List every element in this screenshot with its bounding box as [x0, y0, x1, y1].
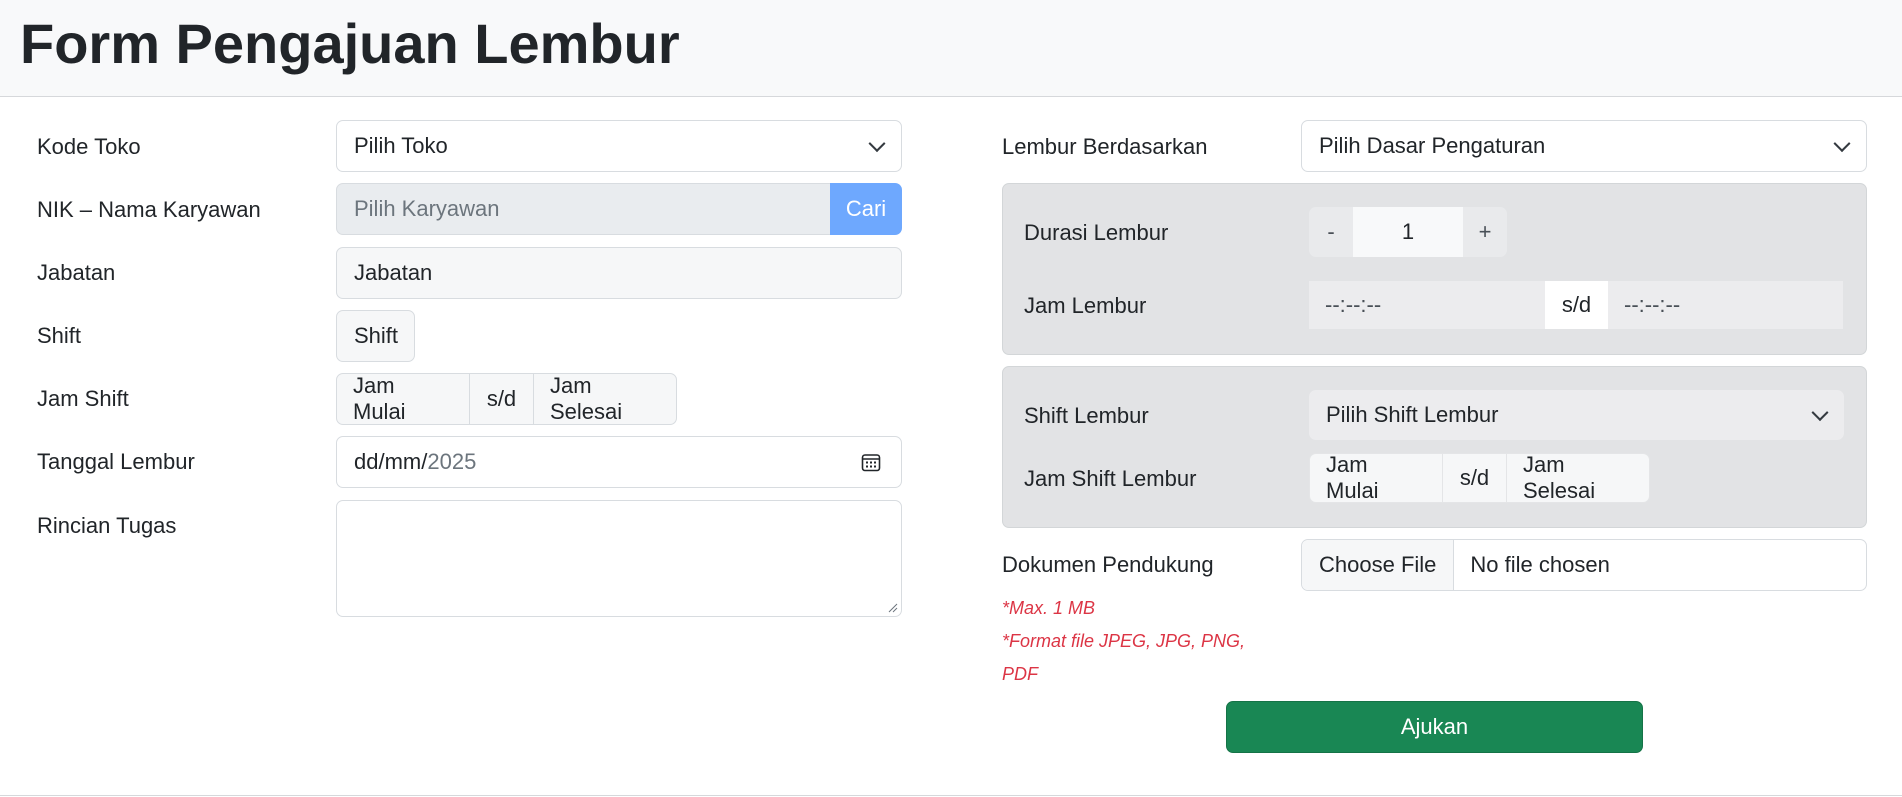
jam-shift-start: Jam Mulai	[336, 373, 470, 425]
jabatan-value: Jabatan	[354, 260, 433, 285]
jam-lembur-group: --:--:-- s/d --:--:--	[1309, 281, 1843, 329]
jam-lembur-start-input[interactable]: --:--:--	[1309, 281, 1545, 329]
shift-value: Shift	[354, 323, 399, 348]
cari-button[interactable]: Cari	[830, 183, 902, 235]
nik-label: NIK – Nama Karyawan	[37, 197, 261, 222]
tanggal-lembur-input[interactable]: dd/mm/2025	[336, 436, 902, 488]
rincian-tugas-label: Rincian Tugas	[37, 513, 177, 538]
jabatan-field: Jabatan	[336, 247, 902, 299]
jam-shift-lembur-label: Jam Shift Lembur	[1024, 466, 1197, 491]
ajukan-button[interactable]: Ajukan	[1226, 701, 1643, 753]
shift-lembur-select[interactable]: Pilih Shift Lembur	[1309, 390, 1844, 440]
jam-lembur-separator: s/d	[1545, 281, 1608, 329]
jam-shift-lembur-group: Jam Mulai s/d Jam Selesai	[1309, 452, 1650, 503]
calendar-icon[interactable]	[861, 452, 881, 472]
bottom-divider	[0, 795, 1902, 796]
kode-toko-select[interactable]: Pilih Toko	[336, 120, 902, 172]
dokumen-pendukung-label: Dokumen Pendukung	[1002, 552, 1214, 577]
durasi-lembur-label: Durasi Lembur	[1024, 220, 1169, 245]
rincian-tugas-textarea[interactable]	[336, 500, 902, 617]
help-format: *Format file JPEG, JPG, PNG,	[1002, 631, 1246, 651]
jam-shift-lembur-start: Jam Mulai	[1309, 452, 1443, 503]
jam-shift-separator: s/d	[469, 373, 534, 425]
chevron-down-icon	[868, 135, 886, 153]
increment-button[interactable]: +	[1463, 207, 1507, 257]
karyawan-placeholder: Pilih Karyawan	[354, 196, 500, 221]
shift-field: Shift	[336, 310, 415, 362]
jam-shift-end: Jam Selesai	[533, 373, 677, 425]
help-max-size: *Max. 1 MB	[1002, 598, 1096, 618]
kode-toko-value: Pilih Toko	[354, 133, 448, 158]
lembur-berdasarkan-label: Lembur Berdasarkan	[1002, 134, 1208, 159]
kode-toko-label: Kode Toko	[37, 134, 141, 159]
durasi-stepper: - 1 +	[1309, 207, 1507, 257]
jam-shift-group: Jam Mulai s/d Jam Selesai	[336, 373, 677, 425]
lembur-berdasarkan-value: Pilih Dasar Pengaturan	[1319, 133, 1546, 158]
resize-handle-icon[interactable]	[888, 603, 898, 613]
tanggal-year: 2025	[427, 449, 477, 474]
chevron-down-icon	[1811, 404, 1829, 422]
choose-file-button[interactable]: Choose File	[1302, 540, 1455, 590]
jam-shift-lembur-end: Jam Selesai	[1506, 452, 1650, 503]
lembur-berdasarkan-select[interactable]: Pilih Dasar Pengaturan	[1301, 120, 1867, 172]
help-format-cont: PDF	[1002, 664, 1038, 684]
shift-lembur-label: Shift Lembur	[1024, 403, 1149, 428]
jam-shift-label: Jam Shift	[37, 386, 129, 411]
jam-lembur-end-input[interactable]: --:--:--	[1608, 281, 1843, 329]
karyawan-input[interactable]: Pilih Karyawan	[336, 183, 832, 235]
jam-lembur-label: Jam Lembur	[1024, 293, 1147, 318]
tanggal-format: dd/mm/	[354, 449, 428, 474]
page-header: Form Pengajuan Lembur	[0, 0, 1902, 97]
durasi-value[interactable]: 1	[1353, 207, 1463, 257]
chevron-down-icon	[1833, 135, 1851, 153]
shift-lembur-value: Pilih Shift Lembur	[1326, 402, 1499, 427]
dokumen-file-input[interactable]: Choose File No file chosen	[1301, 539, 1867, 591]
decrement-button[interactable]: -	[1309, 207, 1353, 257]
jabatan-label: Jabatan	[37, 260, 116, 285]
tanggal-lembur-label: Tanggal Lembur	[37, 449, 195, 474]
shift-label: Shift	[37, 323, 82, 348]
jam-shift-lembur-separator: s/d	[1442, 453, 1507, 503]
file-status: No file chosen	[1470, 552, 1610, 577]
page-title: Form Pengajuan Lembur	[20, 12, 680, 75]
